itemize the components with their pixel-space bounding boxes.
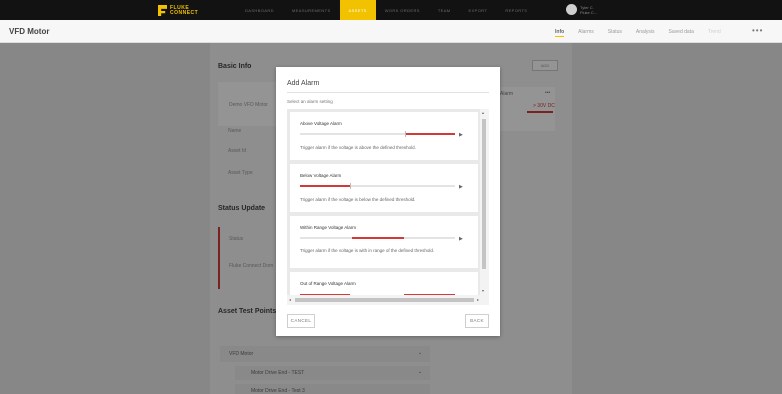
- fluke-logo-icon: [158, 5, 167, 16]
- scroll-down-icon[interactable]: ▾: [482, 288, 484, 293]
- fluke-connect-logo[interactable]: FLUKE CONNECT: [158, 4, 198, 17]
- asset-tabs: Info Alarms Status Analysis Saved data T…: [548, 20, 728, 43]
- asset-header: VFD Motor Info Alarms Status Analysis Sa…: [0, 20, 782, 43]
- avatar: [566, 4, 577, 15]
- tab-trend: Trend: [707, 28, 721, 35]
- threshold-graphic: [300, 131, 455, 137]
- user-org: Fluke C...: [580, 9, 598, 15]
- alarm-option-below[interactable]: Below Voltage Alarm ▶ Trigger alarm if t…: [290, 164, 478, 212]
- threshold-graphic: [300, 183, 455, 189]
- nav-assets[interactable]: ASSETS: [339, 0, 376, 20]
- play-arrow-icon: ▶: [459, 236, 463, 242]
- scroll-up-icon[interactable]: ▴: [482, 110, 484, 115]
- alarm-option-description: Trigger alarm if the voltage is above th…: [300, 145, 416, 150]
- vertical-scroll-thumb[interactable]: [482, 119, 486, 269]
- nav-dashboard[interactable]: DASHBOARD: [236, 0, 283, 20]
- cancel-button[interactable]: CANCEL: [287, 314, 315, 328]
- alarm-option-above[interactable]: Above Voltage Alarm ▶ Trigger alarm if t…: [290, 112, 478, 160]
- horizontal-scroll-thumb[interactable]: [295, 298, 474, 302]
- alarm-option-description: Trigger alarm if the voltage is below th…: [300, 197, 416, 202]
- main-nav: DASHBOARD MEASUREMENTS ASSETS WORK ORDER…: [236, 0, 536, 20]
- top-nav: FLUKE CONNECT DASHBOARD MEASUREMENTS ASS…: [0, 0, 782, 20]
- nav-export[interactable]: EXPORT: [460, 0, 497, 20]
- play-arrow-icon: ▶: [459, 184, 463, 190]
- tab-status[interactable]: Status: [601, 20, 629, 43]
- nav-reports[interactable]: REPORTS: [496, 0, 536, 20]
- scroll-left-icon[interactable]: ◂: [289, 297, 291, 302]
- nav-team[interactable]: TEAM: [429, 0, 460, 20]
- horizontal-scrollbar[interactable]: ◂ ▸: [287, 295, 489, 305]
- scroll-right-icon[interactable]: ▸: [477, 297, 479, 302]
- alarm-option-title: Below Voltage Alarm: [300, 173, 342, 178]
- page-title: VFD Motor: [9, 27, 50, 36]
- back-button[interactable]: BACK: [465, 314, 489, 328]
- more-options-icon[interactable]: •••: [752, 26, 763, 35]
- threshold-graphic: [300, 237, 455, 239]
- alarm-option-within-range[interactable]: Within Range Voltage Alarm ▶ Trigger ala…: [290, 216, 478, 268]
- modal-title: Add Alarm: [287, 80, 320, 87]
- play-arrow-icon: ▶: [459, 132, 463, 138]
- tab-analysis[interactable]: Analysis: [629, 20, 662, 43]
- tab-saved-data[interactable]: Saved data: [662, 20, 701, 43]
- modal-subtitle: Select an alarm setting: [287, 99, 333, 104]
- alarm-option-title: Within Range Voltage Alarm: [300, 225, 357, 230]
- alarm-option-description: Trigger alarm if the voltage is with in …: [300, 248, 435, 253]
- user-menu[interactable]: Tyler C. Fluke C...: [566, 4, 597, 15]
- logo-line2: CONNECT: [170, 9, 199, 16]
- nav-measurements[interactable]: MEASUREMENTS: [283, 0, 340, 20]
- alarm-option-title: Out of Range Voltage Alarm: [300, 281, 356, 286]
- modal-divider: [287, 92, 489, 93]
- alarm-options-list: Above Voltage Alarm ▶ Trigger alarm if t…: [287, 109, 489, 305]
- vertical-scrollbar[interactable]: ▴ ▾: [480, 109, 489, 295]
- nav-work-orders[interactable]: WORK ORDERS: [376, 0, 429, 20]
- add-alarm-modal: Add Alarm Select an alarm setting Above …: [276, 67, 500, 336]
- tab-alarms[interactable]: Alarms: [571, 20, 601, 43]
- alarm-option-title: Above Voltage Alarm: [300, 121, 342, 126]
- tab-info[interactable]: Info: [548, 20, 571, 43]
